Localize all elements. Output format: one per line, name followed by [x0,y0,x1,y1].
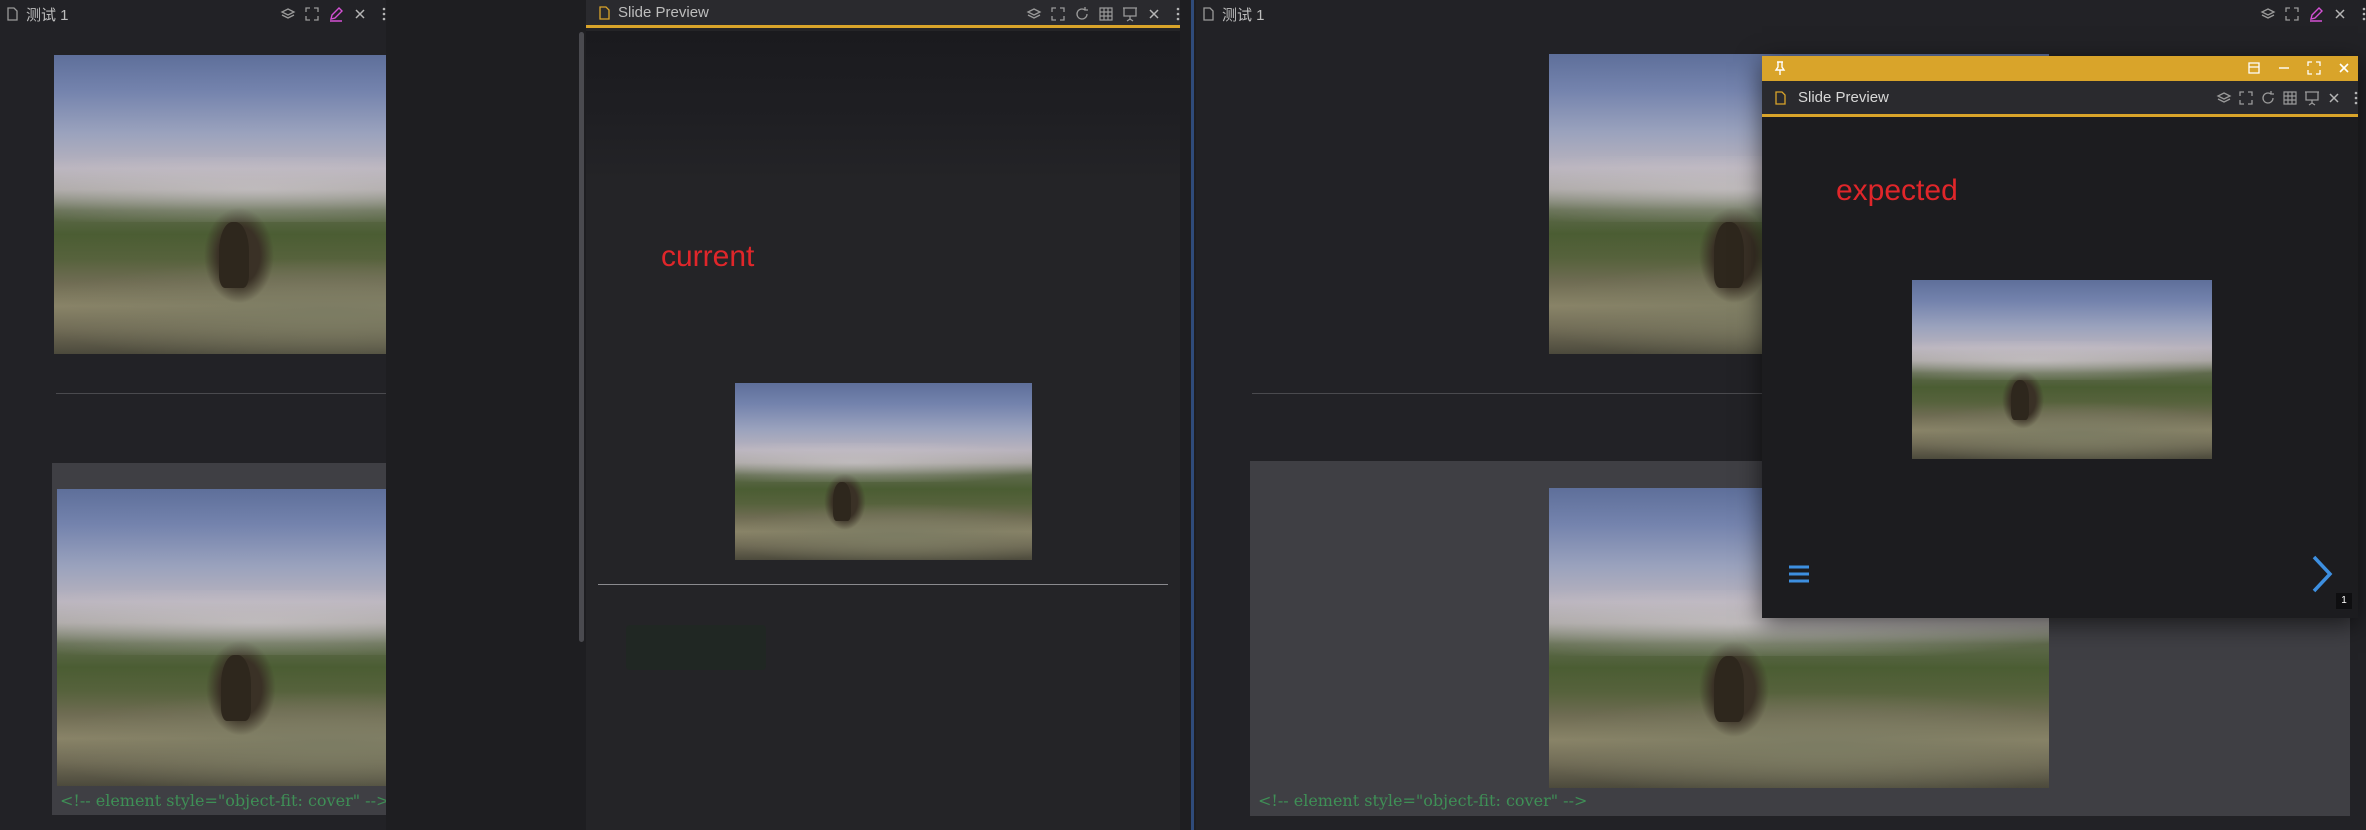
image-2 [57,489,386,786]
fullscreen-icon[interactable] [304,6,320,22]
floating-title-bar[interactable] [1762,56,2358,81]
chevron-right-icon[interactable] [2310,554,2334,594]
file-icon [596,5,612,21]
slide-separator [56,393,386,394]
fullscreen-icon[interactable] [2238,90,2254,106]
menu-icon[interactable] [1788,564,1810,584]
close-icon[interactable] [2336,60,2352,76]
faded-code-block [626,625,766,670]
fullscreen-icon[interactable] [1050,6,1066,22]
reload-icon[interactable] [1074,6,1090,22]
tab-title[interactable]: 测试 1 [1222,4,1265,25]
slide-image [735,383,1032,560]
more-icon[interactable] [2356,6,2366,22]
annotation-expected: expected [1836,174,1958,207]
tab-title[interactable]: Slide Preview [1798,89,1889,106]
layers-icon[interactable] [2260,6,2276,22]
slide-image [1912,280,2212,459]
maximize-icon[interactable] [2306,60,2322,76]
slide-top-shadow [586,31,1180,181]
slide-preview-pane: Slide Preview current [586,0,1180,830]
layers-icon[interactable] [1026,6,1042,22]
file-icon [4,6,20,22]
more-icon[interactable] [2348,90,2358,106]
tab-title[interactable]: 测试 1 [26,4,69,25]
annotation-current: current [661,240,755,273]
file-icon [1200,6,1216,22]
layers-icon[interactable] [2216,90,2232,106]
pin-icon[interactable] [1772,60,1788,76]
slide-separator [598,584,1168,585]
close-icon[interactable] [352,6,368,22]
code-comment: <!-- element style="object-fit: cover" -… [60,791,386,810]
tab-title[interactable]: Slide Preview [618,4,709,21]
pane-splitter[interactable] [1191,0,1194,830]
left-scrollbar[interactable] [579,32,584,642]
layers-icon[interactable] [280,6,296,22]
edit-icon[interactable] [2308,6,2324,22]
grid-icon[interactable] [1098,6,1114,22]
presentation-icon[interactable] [1122,6,1138,22]
left-editor-pane: 测试 1 <!-- element style="object-fit: cov… [0,0,386,830]
restore-icon[interactable] [2246,60,2262,76]
close-icon[interactable] [2332,6,2348,22]
floating-tab-header: Slide Preview [1762,81,2358,117]
presentation-icon[interactable] [2304,90,2320,106]
preview-tab-header: Slide Preview [586,0,1180,28]
minimize-icon[interactable] [2276,60,2292,76]
grid-icon[interactable] [2282,90,2298,106]
close-icon[interactable] [1146,6,1162,22]
code-comment: <!-- element style="object-fit: cover" -… [1258,791,1588,810]
reload-icon[interactable] [2260,90,2276,106]
more-icon[interactable] [1170,6,1180,22]
file-icon [1772,90,1788,106]
image-1 [54,55,386,354]
left-tab-header: 测试 1 [0,0,386,28]
slide-number: 1 [2336,593,2352,609]
more-icon[interactable] [376,6,386,22]
fullscreen-icon[interactable] [2284,6,2300,22]
close-icon[interactable] [2326,90,2342,106]
right-tab-header: 测试 1 [1196,0,2366,28]
edit-icon[interactable] [328,6,344,22]
floating-preview-window: Slide Preview expected [1762,56,2358,618]
